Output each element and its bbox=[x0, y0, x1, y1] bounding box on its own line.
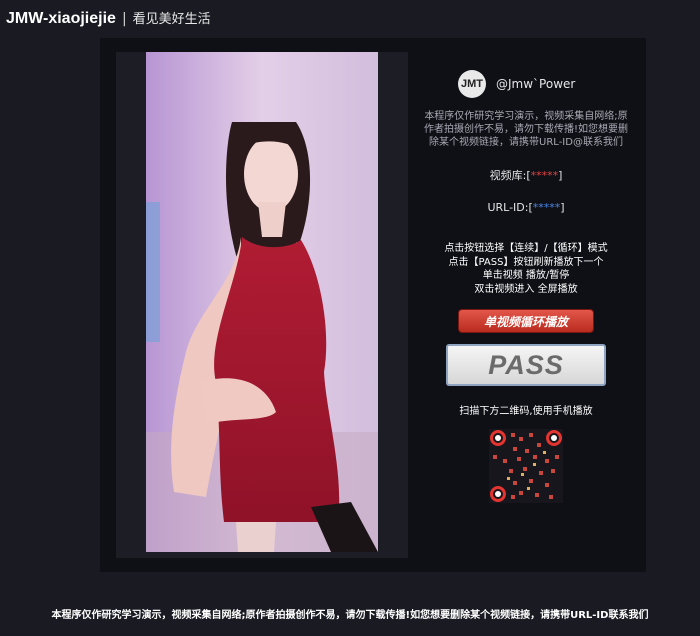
player-panel: JMT @Jmw`Power 本程序仅作研究学习演示，视频采集自网络;原作者拍摄… bbox=[100, 38, 646, 572]
help-line: 双击视频进入 全屏播放 bbox=[474, 283, 578, 295]
video-frame-image bbox=[146, 52, 378, 552]
pass-button[interactable]: PASS bbox=[446, 344, 606, 386]
site-tagline: 看见美好生活 bbox=[132, 12, 211, 27]
video-player[interactable] bbox=[146, 52, 378, 552]
author-row: JMT @Jmw`Power bbox=[458, 68, 642, 100]
video-frame bbox=[116, 52, 408, 558]
video-library-value: ***** bbox=[530, 169, 559, 182]
qr-code-graphic bbox=[489, 429, 563, 503]
help-line: 单击视频 播放/暂停 bbox=[482, 270, 570, 281]
qr-code bbox=[489, 429, 563, 503]
header-separator: | bbox=[121, 11, 127, 27]
author-logo: JMT bbox=[458, 70, 486, 98]
disclaimer-text: 本程序仅作研究学习演示，视频采集自网络;原作者拍摄创作不易，请勿下载传播!如您想… bbox=[424, 111, 629, 148]
video-library-bracket-close: ] bbox=[558, 169, 563, 182]
footer-disclaimer: 本程序仅作研究学习演示，视频采集自网络;原作者拍摄创作不易，请勿下载传播!如您想… bbox=[51, 610, 649, 621]
control-column: JMT @Jmw`Power 本程序仅作研究学习演示，视频采集自网络;原作者拍摄… bbox=[410, 68, 642, 503]
help-line: 点击【PASS】按钮刷新播放下一个 bbox=[448, 256, 604, 268]
single-loop-button[interactable]: 单视频循环播放 bbox=[459, 310, 593, 332]
video-library-field: 视频库:[*****] bbox=[410, 167, 642, 183]
site-name[interactable]: JMW-xiaojiejie bbox=[6, 10, 116, 28]
url-id-bracket-close: ] bbox=[560, 201, 565, 214]
video-library-label: 视频库: bbox=[489, 169, 527, 182]
scan-instruction: 扫描下方二维码,使用手机播放 bbox=[459, 406, 593, 417]
site-header: JMW-xiaojiejie | 看见美好生活 bbox=[6, 8, 211, 30]
help-text: 点击按钮选择【连续】/【循环】模式 点击【PASS】按钮刷新播放下一个 单击视频… bbox=[410, 242, 642, 296]
help-line: 点击按钮选择【连续】/【循环】模式 bbox=[444, 243, 608, 254]
url-id-value: ***** bbox=[532, 201, 561, 214]
author-name: @Jmw`Power bbox=[496, 77, 576, 91]
url-id-label: URL-ID: bbox=[487, 201, 529, 214]
url-id-field: URL-ID:[*****] bbox=[410, 201, 642, 214]
